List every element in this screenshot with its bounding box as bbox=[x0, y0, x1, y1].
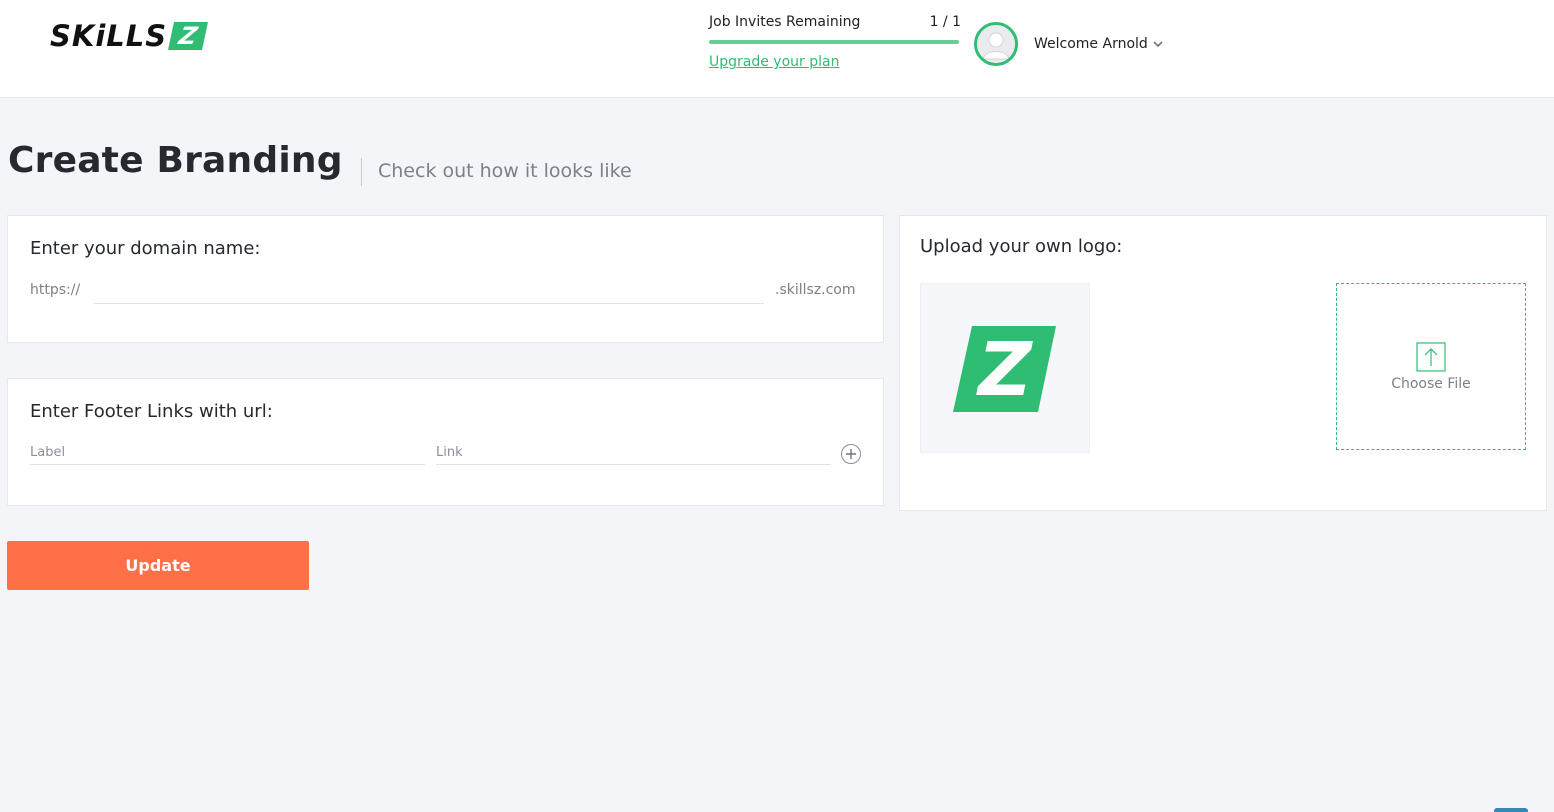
domain-card-title: Enter your domain name: bbox=[30, 238, 261, 259]
logo-preview-mark: Z bbox=[953, 326, 1056, 413]
user-avatar-icon[interactable] bbox=[974, 22, 1018, 66]
top-header: SKiLLS Z Job Invites Remaining 1 / 1 Upg… bbox=[0, 0, 1554, 98]
domain-input[interactable] bbox=[94, 280, 764, 304]
chevron-down-icon bbox=[1153, 41, 1163, 48]
logo-text: SKiLLS bbox=[50, 19, 168, 53]
invites-progress-fill bbox=[709, 40, 959, 44]
logo-mark: Z bbox=[168, 22, 209, 50]
upload-arrow-icon bbox=[1416, 341, 1446, 372]
footer-links-card-title: Enter Footer Links with url: bbox=[30, 401, 273, 422]
skillsz-logo[interactable]: SKiLLS Z bbox=[50, 18, 209, 54]
page-subtitle: Check out how it looks like bbox=[378, 160, 632, 182]
domain-suffix: .skillsz.com bbox=[775, 282, 856, 298]
choose-file-label: Choose File bbox=[1391, 375, 1471, 392]
job-invites-widget: Job Invites Remaining 1 / 1 Upgrade your… bbox=[709, 14, 961, 70]
corner-widget-edge[interactable] bbox=[1494, 808, 1528, 812]
svg-text:Z: Z bbox=[976, 327, 1033, 413]
invites-progress-bar bbox=[709, 40, 959, 44]
logo-upload-card-title: Upload your own logo: bbox=[920, 236, 1123, 257]
logo-preview: Z bbox=[920, 283, 1090, 453]
title-divider bbox=[361, 158, 362, 186]
upgrade-plan-link[interactable]: Upgrade your plan bbox=[709, 54, 839, 70]
welcome-text: Welcome Arnold bbox=[1034, 36, 1148, 52]
logo-upload-card: Upload your own logo: Z Choose File bbox=[899, 215, 1547, 511]
choose-file-dropzone[interactable]: Choose File bbox=[1336, 283, 1526, 450]
invites-count: 1 / 1 bbox=[929, 14, 961, 30]
footer-links-card: Enter Footer Links with url: bbox=[7, 378, 884, 506]
plus-circle-icon[interactable] bbox=[841, 444, 861, 464]
footer-label-input[interactable] bbox=[30, 441, 425, 465]
page-title: Create Branding bbox=[8, 140, 343, 181]
invites-label: Job Invites Remaining bbox=[709, 14, 861, 30]
domain-card: Enter your domain name: https:// .skills… bbox=[7, 215, 884, 343]
footer-link-input[interactable] bbox=[436, 441, 831, 465]
domain-prefix: https:// bbox=[30, 282, 81, 298]
user-menu-toggle[interactable]: Welcome Arnold bbox=[1034, 36, 1164, 52]
update-button[interactable]: Update bbox=[7, 541, 309, 590]
